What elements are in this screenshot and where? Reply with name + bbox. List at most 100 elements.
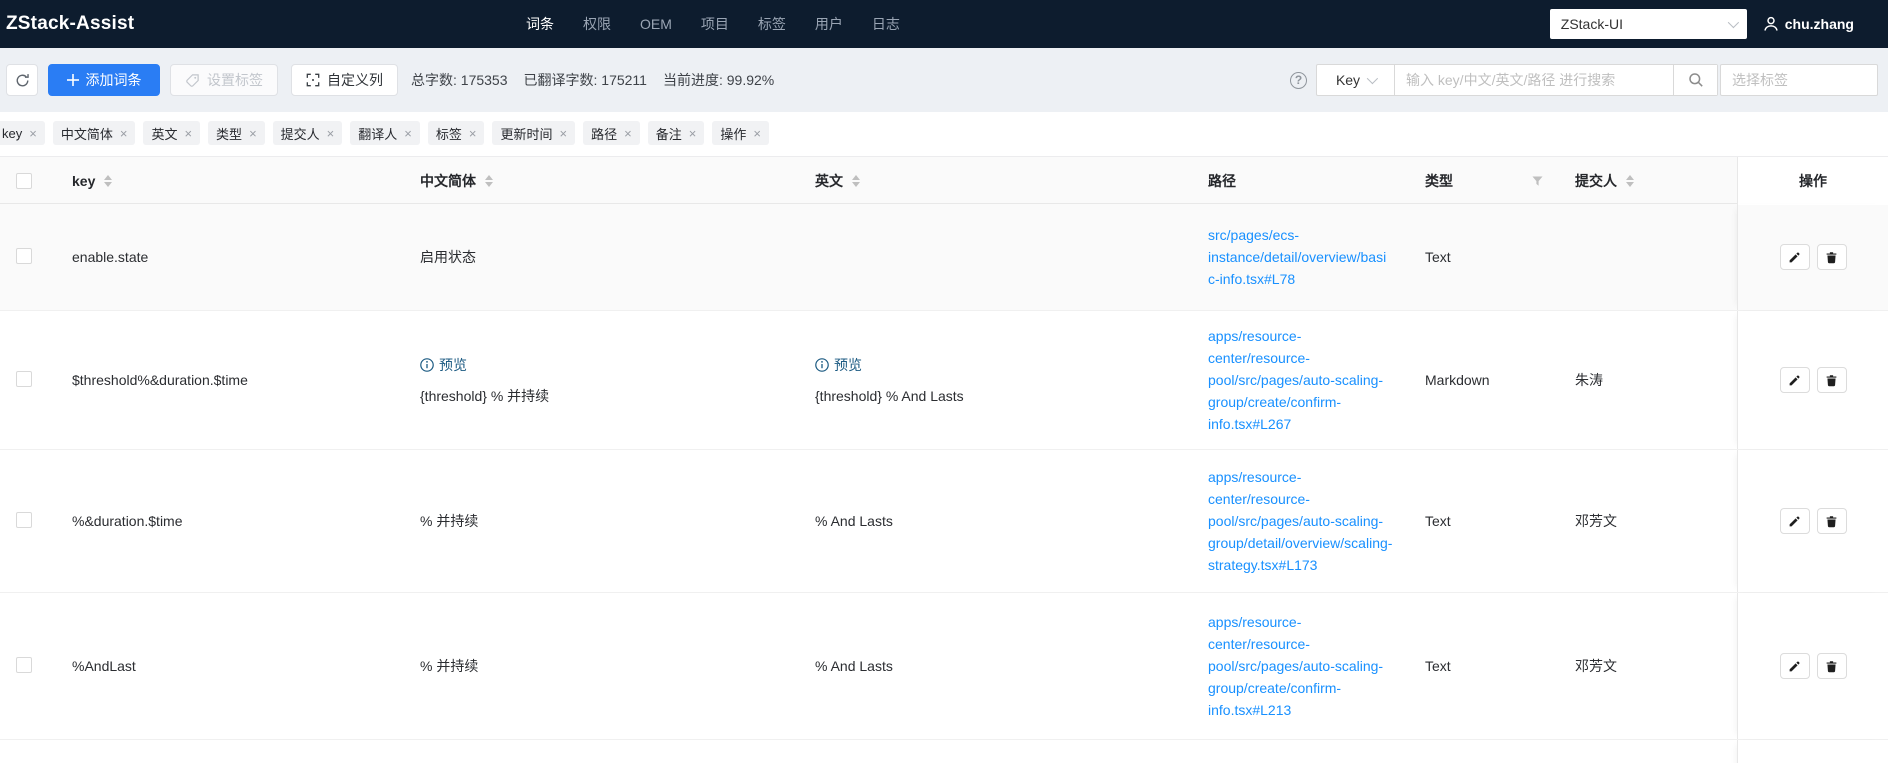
nav-item-users[interactable]: 用户 xyxy=(815,14,843,34)
chip-key[interactable]: key xyxy=(0,121,45,145)
close-icon[interactable] xyxy=(249,127,257,140)
column-header-key[interactable]: key xyxy=(56,157,404,205)
close-icon[interactable] xyxy=(469,127,477,140)
column-header-path: 路径 xyxy=(1208,173,1236,189)
close-icon[interactable] xyxy=(120,127,128,140)
close-icon[interactable] xyxy=(753,127,761,140)
header-checkbox-cell xyxy=(0,157,56,205)
column-header-submitter[interactable]: 提交人 xyxy=(1559,157,1737,205)
cell-actions xyxy=(1737,204,1888,310)
word-stats: 总字数: 175353 已翻译字数: 175211 当前进度: 99.92% xyxy=(411,70,774,90)
edit-button[interactable] xyxy=(1779,244,1810,270)
pencil-icon xyxy=(1789,660,1800,671)
cell-type: Text xyxy=(1425,249,1451,265)
cell-zh: 启用状态 xyxy=(420,249,476,265)
edit-button[interactable] xyxy=(1779,653,1810,679)
nav-item-permissions[interactable]: 权限 xyxy=(583,14,611,34)
chip-translator[interactable]: 翻译人 xyxy=(350,121,420,145)
custom-columns-icon xyxy=(306,73,320,87)
edit-button[interactable] xyxy=(1779,508,1810,534)
refresh-icon xyxy=(16,73,29,86)
chip-en[interactable]: 英文 xyxy=(143,121,201,145)
cell-en: % And Lasts xyxy=(815,513,893,529)
row-checkbox[interactable] xyxy=(16,656,32,673)
close-icon[interactable] xyxy=(624,127,632,140)
zh-preview-link[interactable]: 预览 xyxy=(420,355,783,375)
chip-remark[interactable]: 备注 xyxy=(647,121,705,145)
close-icon[interactable] xyxy=(29,127,37,140)
column-header-en[interactable]: 英文 xyxy=(799,157,1192,205)
nav-item-logs[interactable]: 日志 xyxy=(872,14,900,34)
table-row[interactable]: apps/resource- xyxy=(0,740,1888,763)
cell-key: enable.state xyxy=(72,249,149,265)
search-icon xyxy=(1688,73,1703,87)
cell-key: $threshold%&duration.$time xyxy=(72,372,248,388)
chip-path[interactable]: 路径 xyxy=(583,121,640,145)
nav-item-tags[interactable]: 标签 xyxy=(758,14,786,34)
table-row[interactable]: $threshold%&duration.$time 预览 {threshold… xyxy=(0,311,1888,450)
close-icon[interactable] xyxy=(404,127,412,140)
help-icon[interactable]: ? xyxy=(1290,71,1307,89)
custom-columns-button[interactable]: 自定义列 xyxy=(291,64,398,96)
row-checkbox[interactable] xyxy=(16,247,32,264)
chip-tag[interactable]: 标签 xyxy=(427,121,485,145)
cell-zh: % 并持续 xyxy=(420,658,479,674)
cell-type: Markdown xyxy=(1425,372,1490,388)
search-field-select[interactable]: Key xyxy=(1317,65,1395,95)
table-row[interactable]: %&duration.$time % 并持续 % And Lasts apps/… xyxy=(0,450,1888,593)
cell-zh: 预览 {threshold} % 并持续 xyxy=(404,355,799,406)
row-checkbox[interactable] xyxy=(16,370,32,387)
nav-item-projects[interactable]: 项目 xyxy=(701,14,729,34)
select-all-checkbox[interactable] xyxy=(16,173,32,189)
path-link[interactable]: apps/resource-center/resource-pool/src/p… xyxy=(1208,611,1393,721)
search-area: ? Key xyxy=(1290,64,1878,96)
cell-en: % And Lasts xyxy=(815,658,893,674)
cell-actions xyxy=(1737,593,1888,739)
table-row[interactable]: enable.state 启用状态 src/pages/ecs-instance… xyxy=(0,204,1888,311)
column-filter-chips: key 中文简体 英文 类型 提交人 翻译人 标签 更新时间 路径 备注 操作 xyxy=(0,112,1888,156)
trash-icon xyxy=(1826,515,1837,527)
close-icon[interactable] xyxy=(184,127,192,140)
delete-button[interactable] xyxy=(1816,508,1847,534)
column-header-zh[interactable]: 中文简体 xyxy=(404,157,799,205)
user-icon xyxy=(1764,16,1778,31)
chip-submitter[interactable]: 提交人 xyxy=(272,121,343,145)
cell-submitter: 朱涛 xyxy=(1575,372,1603,388)
user-menu[interactable]: chu.zhang xyxy=(1763,16,1854,32)
sort-icon[interactable] xyxy=(1626,175,1634,187)
cell-submitter: 邓芳文 xyxy=(1575,513,1617,529)
close-icon[interactable] xyxy=(560,127,568,140)
row-checkbox[interactable] xyxy=(16,511,32,528)
path-link[interactable]: apps/resource-center/resource-pool/src/p… xyxy=(1208,466,1393,576)
search-button[interactable] xyxy=(1673,65,1717,95)
cell-actions xyxy=(1737,450,1888,592)
close-icon[interactable] xyxy=(689,127,697,140)
path-link[interactable]: src/pages/ecs-instance/detail/overview/b… xyxy=(1208,224,1393,290)
column-header-type[interactable]: 类型 xyxy=(1409,157,1559,205)
project-select[interactable]: ZStack-UI xyxy=(1549,9,1747,39)
chip-zh[interactable]: 中文简体 xyxy=(52,121,136,145)
delete-button[interactable] xyxy=(1816,244,1847,270)
nav-item-oem[interactable]: OEM xyxy=(640,16,672,32)
chip-updated-time[interactable]: 更新时间 xyxy=(492,121,576,145)
search-input[interactable] xyxy=(1395,65,1673,95)
path-link[interactable]: apps/resource-center/resource-pool/src/p… xyxy=(1208,325,1393,435)
cell-type: Text xyxy=(1425,658,1451,674)
sort-icon[interactable] xyxy=(485,175,493,187)
add-entry-button[interactable]: 添加词条 xyxy=(48,64,160,96)
sort-icon[interactable] xyxy=(104,175,113,187)
edit-button[interactable] xyxy=(1779,367,1810,393)
chip-actions[interactable]: 操作 xyxy=(712,121,769,145)
delete-button[interactable] xyxy=(1816,653,1847,679)
chip-type[interactable]: 类型 xyxy=(208,121,265,145)
delete-button[interactable] xyxy=(1816,367,1847,393)
en-preview-link[interactable]: 预览 xyxy=(815,355,1176,375)
sort-icon[interactable] xyxy=(852,175,860,187)
table-row[interactable]: %AndLast % 并持续 % And Lasts apps/resource… xyxy=(0,593,1888,740)
plus-icon xyxy=(66,74,79,86)
nav-item-entries[interactable]: 词条 xyxy=(526,14,554,34)
refresh-button[interactable] xyxy=(6,64,38,96)
close-icon[interactable] xyxy=(327,127,335,140)
tag-select-input[interactable] xyxy=(1720,64,1878,96)
filter-icon[interactable] xyxy=(1532,175,1543,187)
